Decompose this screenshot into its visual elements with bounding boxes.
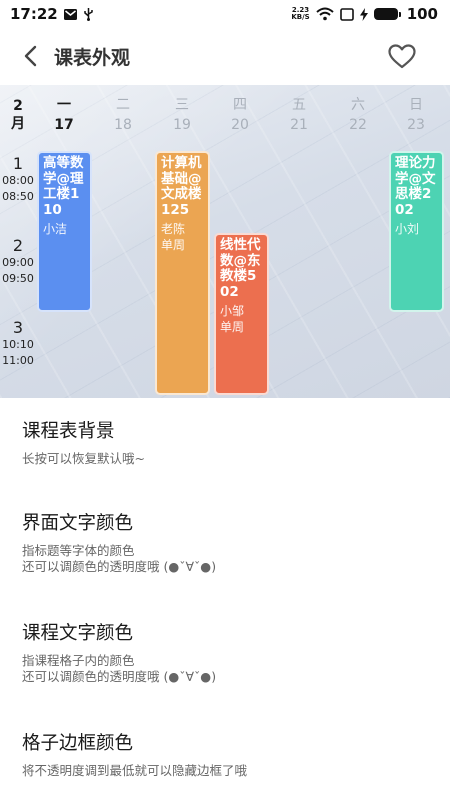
course-name: 理论力学@文思楼202 xyxy=(395,155,436,218)
charging-icon xyxy=(359,7,368,21)
course-card[interactable]: 高等数学@理工楼110 小洁 xyxy=(37,151,92,312)
period-2: 2 09:00 09:50 xyxy=(0,237,36,287)
period-end: 09:50 xyxy=(2,272,34,285)
setting-course-text-color[interactable]: 课程文字颜色 指课程格子内的颜色 还可以调颜色的透明度哦 (●ˇ∀ˇ●) xyxy=(0,622,450,685)
day-date: 20 xyxy=(231,117,249,133)
network-speed-unit: KB/S xyxy=(291,13,310,21)
day-date: 22 xyxy=(349,117,367,133)
period-number: 1 xyxy=(12,154,24,173)
day-name: 五 xyxy=(292,97,306,113)
page-title: 课表外观 xyxy=(54,46,131,69)
battery-level: 100 xyxy=(406,5,438,23)
day-name: 四 xyxy=(233,97,247,113)
battery-tip xyxy=(398,11,401,17)
day-date: 17 xyxy=(54,117,74,133)
course-card[interactable]: 理论力学@文思楼202 小刘 xyxy=(389,151,444,312)
period-start: 10:10 xyxy=(2,338,34,351)
status-right: 2.23 KB/S 100 xyxy=(291,5,438,23)
period-end: 08:50 xyxy=(2,190,34,203)
back-arrow-icon xyxy=(24,45,37,67)
setting-desc: 指课程格子内的颜色 xyxy=(22,653,135,668)
status-left: 17:22 xyxy=(10,5,94,23)
sim-card-icon xyxy=(339,7,354,21)
day-header-wed: 三 19 xyxy=(159,97,205,134)
setting-title: 课程表背景 xyxy=(22,421,115,442)
course-name: 计算机基础@文成楼125 xyxy=(161,155,202,218)
day-header-sun: 日 23 xyxy=(393,97,439,134)
setting-desc: 将不透明度调到最低就可以隐藏边框了哦 xyxy=(22,763,248,778)
mail-icon xyxy=(63,8,77,20)
battery-icon xyxy=(373,8,401,20)
day-header-sat: 六 22 xyxy=(335,97,381,134)
course-card[interactable]: 线性代数@东教楼502 小邹 单周 xyxy=(214,233,269,395)
course-card[interactable]: 计算机基础@文成楼125 老陈 单周 xyxy=(155,151,210,395)
day-name: 六 xyxy=(351,97,365,113)
course-weeks: 单周 xyxy=(161,238,186,252)
status-bar: 17:22 2.23 KB/S 100 xyxy=(0,0,450,28)
month-label: 2 月 xyxy=(6,97,30,133)
wifi-icon xyxy=(316,7,334,21)
day-date: 23 xyxy=(407,117,425,133)
day-header-mon: 一 17 xyxy=(41,97,87,134)
period-start: 09:00 xyxy=(2,256,34,269)
setting-schedule-background[interactable]: 课程表背景 长按可以恢复默认哦~ xyxy=(0,420,450,467)
day-header-tue: 二 18 xyxy=(100,97,146,134)
course-name: 高等数学@理工楼110 xyxy=(43,155,84,218)
day-date: 21 xyxy=(290,117,308,133)
usb-icon xyxy=(83,7,94,21)
setting-interface-text-color[interactable]: 界面文字颜色 指标题等字体的颜色 还可以调颜色的透明度哦 (●ˇ∀ˇ●) xyxy=(0,512,450,575)
setting-grid-border-color[interactable]: 格子边框颜色 将不透明度调到最低就可以隐藏边框了哦 xyxy=(0,732,450,779)
status-time: 17:22 xyxy=(10,5,58,23)
month-unit: 月 xyxy=(11,116,25,132)
battery-body xyxy=(373,8,398,20)
setting-title: 课程文字颜色 xyxy=(22,623,134,644)
heart-icon xyxy=(388,43,416,68)
setting-desc-extra: 还可以调颜色的透明度哦 (●ˇ∀ˇ●) xyxy=(22,559,217,574)
day-name: 一 xyxy=(57,97,71,113)
period-1: 1 08:00 08:50 xyxy=(0,155,36,205)
course-teacher: 小洁 xyxy=(43,222,68,236)
course-teacher: 老陈 xyxy=(161,222,186,236)
setting-desc: 指标题等字体的颜色 xyxy=(22,543,135,558)
day-name: 二 xyxy=(116,97,130,113)
day-header-thu: 四 20 xyxy=(217,97,263,134)
setting-title: 界面文字颜色 xyxy=(22,513,134,534)
day-name: 日 xyxy=(409,97,423,113)
period-end: 11:00 xyxy=(2,354,34,367)
course-teacher: 小邹 xyxy=(220,304,245,318)
setting-desc-extra: 还可以调颜色的透明度哦 (●ˇ∀ˇ●) xyxy=(22,669,217,684)
setting-title: 格子边框颜色 xyxy=(22,733,134,754)
period-3: 3 10:10 11:00 xyxy=(0,319,36,369)
period-start: 08:00 xyxy=(2,174,34,187)
day-header-fri: 五 21 xyxy=(276,97,322,134)
course-weeks: 单周 xyxy=(220,320,245,334)
setting-desc: 长按可以恢复默认哦~ xyxy=(22,451,145,466)
schedule-preview: 2 月 一 17 二 18 三 19 四 20 五 21 六 22 日 23 1… xyxy=(0,85,450,398)
day-date: 19 xyxy=(173,117,191,133)
network-speed: 2.23 KB/S xyxy=(291,7,309,21)
day-name: 三 xyxy=(175,97,189,113)
course-name: 线性代数@东教楼502 xyxy=(220,237,261,300)
favorite-button[interactable] xyxy=(382,36,422,76)
course-teacher: 小刘 xyxy=(395,222,420,236)
month-number: 2 xyxy=(13,98,23,114)
app-header: 课表外观 xyxy=(0,28,450,84)
back-button[interactable] xyxy=(8,34,52,78)
period-number: 3 xyxy=(12,318,24,337)
day-date: 18 xyxy=(114,117,132,133)
period-number: 2 xyxy=(12,236,24,255)
